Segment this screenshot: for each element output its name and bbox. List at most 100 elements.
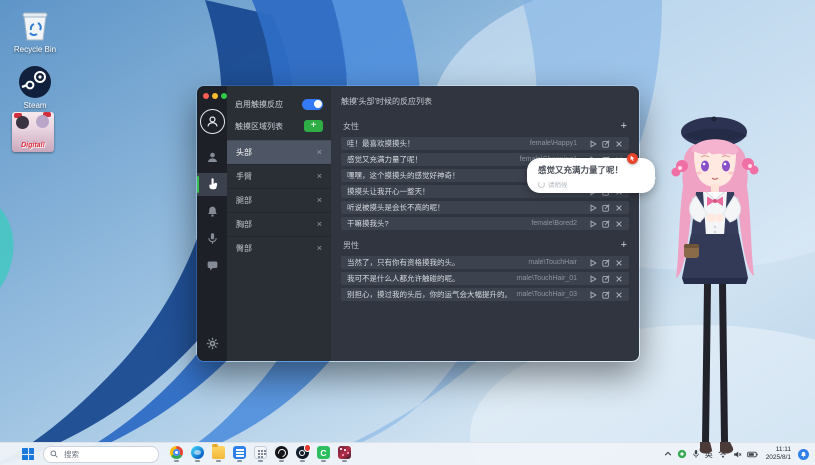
- touch-area-item[interactable]: 手臂 ×: [227, 164, 331, 188]
- sidebar-item-voice[interactable]: [197, 227, 227, 250]
- touch-area-item[interactable]: 腿部 ×: [227, 188, 331, 212]
- edit-reaction-icon[interactable]: [602, 203, 610, 212]
- touch-areas-panel: 启用触摸反应 触摸区域列表 + 头部 × 手臂 × 腿部 × 胸部 × 臀部 ×: [227, 86, 331, 361]
- bell-icon: [207, 206, 217, 217]
- digital-game-icon[interactable]: Digital!: [4, 112, 62, 152]
- recycle-bin-label: Recycle Bin: [13, 45, 57, 54]
- reaction-voice-tag: female\Bored2: [531, 220, 577, 227]
- reaction-text: 干嘛摸我头?: [347, 219, 389, 228]
- desktop-pet-character[interactable]: [640, 106, 790, 463]
- play-reaction-icon[interactable]: [589, 258, 597, 267]
- taskbar-calculator-icon[interactable]: [253, 446, 268, 462]
- reaction-voice-tag: male\TouchHair: [528, 259, 577, 266]
- touch-area-label: 腿部: [236, 196, 252, 205]
- chat-icon: [207, 261, 217, 271]
- avatar-person-icon: [206, 116, 218, 127]
- play-reaction-icon[interactable]: [589, 203, 597, 212]
- edit-reaction-icon[interactable]: [602, 274, 610, 283]
- desktop-screen: Recycle Bin Steam Digital! 启用触摸反应 触摸区域列表…: [0, 0, 815, 465]
- delete-reaction-icon[interactable]: [615, 140, 623, 148]
- remove-area-icon[interactable]: ×: [317, 172, 322, 181]
- taskbar-obs-icon[interactable]: [274, 446, 289, 462]
- touch-area-label: 臀部: [236, 244, 252, 253]
- click-badge[interactable]: [627, 153, 638, 164]
- remove-area-icon[interactable]: ×: [317, 196, 322, 205]
- touch-settings-window: 启用触摸反应 触摸区域列表 + 头部 × 手臂 × 腿部 × 胸部 × 臀部 ×…: [196, 85, 640, 362]
- touch-area-label: 头部: [236, 148, 252, 157]
- speech-subtext-row: 请稍候: [538, 179, 644, 189]
- add-female-reaction-button[interactable]: +: [621, 121, 627, 132]
- game-artwork: Digital!: [12, 112, 54, 152]
- taskbar-edge-icon[interactable]: [190, 446, 205, 462]
- reaction-row[interactable]: 当然了，只有你有资格摸我的头。 male\TouchHair: [341, 256, 629, 269]
- add-area-button[interactable]: +: [304, 120, 323, 132]
- avatar-button[interactable]: [199, 109, 225, 134]
- male-reaction-list: 当然了，只有你有资格摸我的头。 male\TouchHair 我可不是什么人都允…: [341, 256, 629, 304]
- recycle-bin-glyph: [17, 8, 53, 44]
- search-icon: [50, 450, 58, 458]
- reaction-row[interactable]: 干嘛摸我头? female\Bored2: [341, 217, 629, 230]
- microphone-icon: [207, 233, 217, 244]
- taskbar-game-icon[interactable]: [337, 446, 352, 462]
- notification-bell-icon[interactable]: [798, 448, 809, 460]
- settings-gear-icon[interactable]: [206, 337, 219, 352]
- sidebar-item-chat[interactable]: [197, 254, 227, 277]
- taskbar-steam-icon[interactable]: [295, 444, 311, 462]
- touch-area-item[interactable]: 臀部 ×: [227, 236, 331, 260]
- recycle-bin-icon[interactable]: Recycle Bin: [6, 8, 64, 55]
- edit-reaction-icon[interactable]: [602, 139, 610, 148]
- play-reaction-icon[interactable]: [589, 290, 597, 299]
- steam-logo: [17, 64, 53, 100]
- steam-desktop-icon[interactable]: Steam: [6, 64, 64, 111]
- taskbar-chrome-icon[interactable]: [169, 446, 184, 462]
- reaction-text: 我可不是什么人都允许触碰的呢。: [347, 274, 460, 283]
- play-reaction-icon[interactable]: [589, 139, 597, 148]
- play-reaction-icon[interactable]: [589, 219, 597, 228]
- delete-reaction-icon[interactable]: [615, 204, 623, 212]
- taskbar-file-explorer-icon[interactable]: [211, 444, 226, 462]
- taskbar-green-app-icon[interactable]: C: [316, 446, 331, 462]
- speech-text: 感觉又充满力量了呢！: [538, 165, 624, 175]
- character-head: [16, 116, 29, 129]
- search-input[interactable]: [62, 448, 136, 460]
- touch-area-item[interactable]: 头部 ×: [227, 140, 331, 164]
- edit-reaction-icon[interactable]: [602, 219, 610, 228]
- edit-reaction-icon[interactable]: [602, 258, 610, 267]
- remove-area-icon[interactable]: ×: [317, 148, 322, 157]
- sidebar-item-character[interactable]: [197, 146, 227, 169]
- female-section-header: 女性 +: [343, 121, 627, 132]
- remove-area-icon[interactable]: ×: [317, 244, 322, 253]
- character-head: [36, 115, 49, 128]
- reactions-panel: 触摸'头部'时候的反应列表 女性 + 哇！最喜欢摸摸头！ female\Happ…: [331, 86, 639, 361]
- enable-touch-row: 启用触摸反应: [227, 93, 331, 115]
- edit-reaction-icon[interactable]: [602, 290, 610, 299]
- play-reaction-icon[interactable]: [589, 274, 597, 283]
- speech-subtext: 请稍候: [548, 182, 568, 189]
- minimize-window-button[interactable]: [212, 93, 218, 99]
- male-section-header: 男性 +: [343, 240, 627, 251]
- delete-reaction-icon[interactable]: [615, 259, 623, 267]
- delete-reaction-icon[interactable]: [615, 275, 623, 283]
- delete-reaction-icon[interactable]: [615, 220, 623, 228]
- reaction-text: 哇！最喜欢摸摸头！: [347, 139, 415, 148]
- area-list-header-row: 触摸区域列表 +: [227, 115, 331, 137]
- reaction-row[interactable]: 哇！最喜欢摸摸头！ female\Happy1: [341, 137, 629, 150]
- reaction-voice-tag: female\Happy1: [529, 140, 577, 147]
- reaction-row[interactable]: 我可不是什么人都允许触碰的呢。 male\TouchHair_01: [341, 272, 629, 285]
- remove-area-icon[interactable]: ×: [317, 220, 322, 229]
- sidebar-nav: [197, 146, 227, 277]
- taskbar-notes-icon[interactable]: [232, 446, 247, 462]
- start-button[interactable]: [22, 448, 34, 460]
- pet-speech-bubble[interactable]: 感觉又充满力量了呢！ 请稍候: [527, 153, 656, 193]
- sidebar-item-touch[interactable]: [197, 173, 227, 196]
- reaction-row[interactable]: 别担心，摸过我的头后，你的运气会大幅提升的。 male\TouchHair_03: [341, 288, 629, 301]
- reaction-row[interactable]: 听说被摸头是会长不高的呢！: [341, 201, 629, 214]
- touch-area-item[interactable]: 胸部 ×: [227, 212, 331, 236]
- reaction-text: 听说被摸头是会长不高的呢！: [347, 203, 445, 212]
- close-window-button[interactable]: [203, 93, 209, 99]
- delete-reaction-icon[interactable]: [615, 291, 623, 299]
- enable-touch-toggle[interactable]: [302, 98, 323, 110]
- add-male-reaction-button[interactable]: +: [621, 240, 627, 251]
- sidebar-item-alerts[interactable]: [197, 200, 227, 223]
- taskbar-search[interactable]: [43, 445, 159, 463]
